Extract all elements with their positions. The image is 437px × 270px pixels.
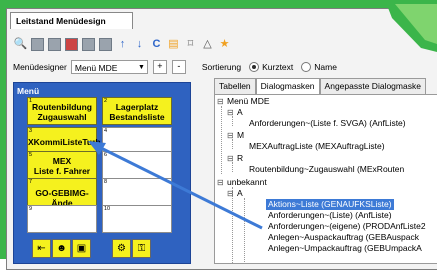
tile-number: 7 xyxy=(29,179,33,185)
tree-group-a2[interactable]: A xyxy=(237,188,243,199)
menudesigner-label: Menüdesigner xyxy=(13,62,67,72)
tree-root[interactable]: Menü MDE xyxy=(227,96,270,107)
tree-line xyxy=(232,162,233,172)
tile-label-line: Routenbildung xyxy=(32,102,92,112)
tile-label-line: Bestandsliste xyxy=(109,112,165,122)
tile-label-line: MEX xyxy=(52,156,72,166)
collapse-icon[interactable]: ⊟ xyxy=(227,189,234,198)
key-icon[interactable]: ⚿ xyxy=(132,239,151,258)
list-icon[interactable] xyxy=(48,37,61,51)
tree-item[interactable]: Anlegen~Umpackauftrag (GEBUmpackA xyxy=(268,243,422,254)
tile-label: MEX Liste f. Fahrer xyxy=(28,156,96,176)
tree-group-r[interactable]: R xyxy=(237,153,243,164)
tree-item[interactable]: Anlegen~Auspackauftrag (GEBAuspack xyxy=(268,232,419,243)
add-button[interactable]: + xyxy=(152,60,167,74)
exit-icon[interactable]: ⇤ xyxy=(32,239,51,258)
menu-title: Menü xyxy=(17,86,40,96)
tree-item[interactable]: Anforderungen~(Liste f. SVGA) (AnfListe) xyxy=(249,118,406,129)
menu-tile-2[interactable]: 2 Lagerplatz Bestandsliste xyxy=(102,97,172,125)
toolbar: 🔍 ↑ ↓ C ▤ ⌑ △ ★ xyxy=(14,34,231,54)
tile-number: 6 xyxy=(104,152,108,158)
people-icon[interactable]: ☻ xyxy=(52,239,71,258)
sort-label: Sortierung xyxy=(201,62,242,72)
sort-name-label: Name xyxy=(314,62,337,72)
tile-label-line: Zugauswahl xyxy=(37,112,87,122)
menu-tile-10[interactable]: 10 xyxy=(102,205,172,233)
warning-icon[interactable]: △ xyxy=(201,38,214,51)
tile-number: 10 xyxy=(104,206,111,212)
tab-bar: Tabellen Dialogmasken Angepasste Dialogm… xyxy=(214,78,426,95)
tree-item[interactable]: MEXAuftragListe (MEXAuftragListe) xyxy=(249,141,385,152)
sort-name-radio[interactable] xyxy=(301,62,312,72)
menu-tile-1[interactable]: 1 Routenbildung Zugauswahl xyxy=(27,97,97,125)
tile-number: 4 xyxy=(104,128,108,134)
menu-tile-7[interactable]: 7 GO-GEBIMG-Ände xyxy=(27,178,97,208)
tab-dialogmasken[interactable]: Dialogmasken xyxy=(255,78,320,95)
vehicle-icon[interactable]: ▣ xyxy=(72,239,91,258)
designer-row: Menüdesigner Menü MDE ▼ + - Sortierung K… xyxy=(13,59,337,75)
sort-kurztext-label: Kurztext xyxy=(262,62,294,72)
tile-number: 3 xyxy=(29,128,33,134)
tree-view[interactable]: ⊟ Menü MDE ⊟ A Anforderungen~(Liste f. S… xyxy=(214,94,437,264)
user-icon[interactable] xyxy=(65,37,78,51)
tree-group-unknown[interactable]: unbekannt xyxy=(227,177,267,188)
tile-label: Routenbildung Zugauswahl xyxy=(28,102,96,122)
tree-line xyxy=(232,116,233,126)
tree-item[interactable]: Routenbildung~Zugauswahl (MExRouten xyxy=(249,164,404,175)
collapse-icon[interactable]: ⊟ xyxy=(217,178,224,187)
star-icon[interactable]: ★ xyxy=(218,38,231,51)
refresh-icon[interactable]: C xyxy=(150,38,163,51)
menu-tile-6[interactable]: 6 xyxy=(102,151,172,179)
tree-line xyxy=(232,187,233,263)
menu-tile-8[interactable]: 8 xyxy=(102,178,172,206)
window-title: Leitstand Menüdesign xyxy=(10,12,133,29)
tree-line xyxy=(232,139,233,149)
search-icon[interactable]: 🔍 xyxy=(14,38,28,51)
collapse-icon[interactable]: ⊟ xyxy=(227,108,234,117)
remove-button[interactable]: - xyxy=(171,60,186,74)
tree-line xyxy=(221,106,222,174)
tree-item[interactable]: Anforderungen~(Liste) (AnfListe) xyxy=(268,210,392,221)
tree-item-selected[interactable]: Aktions~Liste (GENAUFKSListe) xyxy=(266,199,394,210)
grid-icon[interactable] xyxy=(31,37,44,51)
collapse-icon[interactable]: ⊟ xyxy=(227,154,234,163)
tile-label-line: Lagerplatz xyxy=(115,102,159,112)
menu-tile-5[interactable]: 5 MEX Liste f. Fahrer xyxy=(27,151,97,179)
tile-label: XKommiListeTurb xyxy=(28,137,101,147)
tile-label-line: Liste f. Fahrer xyxy=(33,166,91,176)
pallet-icon[interactable]: ⚙ xyxy=(112,239,131,258)
tile-number: 9 xyxy=(29,206,33,212)
table-icon[interactable] xyxy=(82,37,95,51)
collapse-icon[interactable]: ⊟ xyxy=(227,131,234,140)
save-icon[interactable]: ▤ xyxy=(167,38,180,51)
tree-group-m[interactable]: M xyxy=(237,130,244,141)
tile-label-line: XKommiListeTurb xyxy=(28,137,101,147)
arrow-down-icon[interactable]: ↓ xyxy=(133,38,146,51)
menudesigner-select[interactable]: Menü MDE ▼ xyxy=(70,60,148,74)
tab-angepasste-dialogmaske[interactable]: Angepasste Dialogmaske xyxy=(319,78,426,94)
tree-line xyxy=(244,198,245,263)
arrow-up-icon[interactable]: ↑ xyxy=(116,38,129,51)
tree-group-a[interactable]: A xyxy=(237,107,243,118)
tile-label: Lagerplatz Bestandsliste xyxy=(103,102,171,122)
tab-tabellen[interactable]: Tabellen xyxy=(214,78,256,94)
sort-kurztext-radio[interactable] xyxy=(249,62,260,72)
edit-icon[interactable] xyxy=(99,37,112,51)
brush-icon[interactable]: ⌑ xyxy=(184,38,197,51)
tile-number: 8 xyxy=(104,179,108,185)
tree-item[interactable]: Anforderungen~(eigene) (PRODAnfListe2 xyxy=(268,221,426,232)
collapse-icon[interactable]: ⊟ xyxy=(217,97,224,106)
chevron-down-icon: ▼ xyxy=(137,64,145,71)
menudesigner-value: Menü MDE xyxy=(74,63,118,73)
menu-tile-9[interactable]: 9 xyxy=(27,205,97,233)
